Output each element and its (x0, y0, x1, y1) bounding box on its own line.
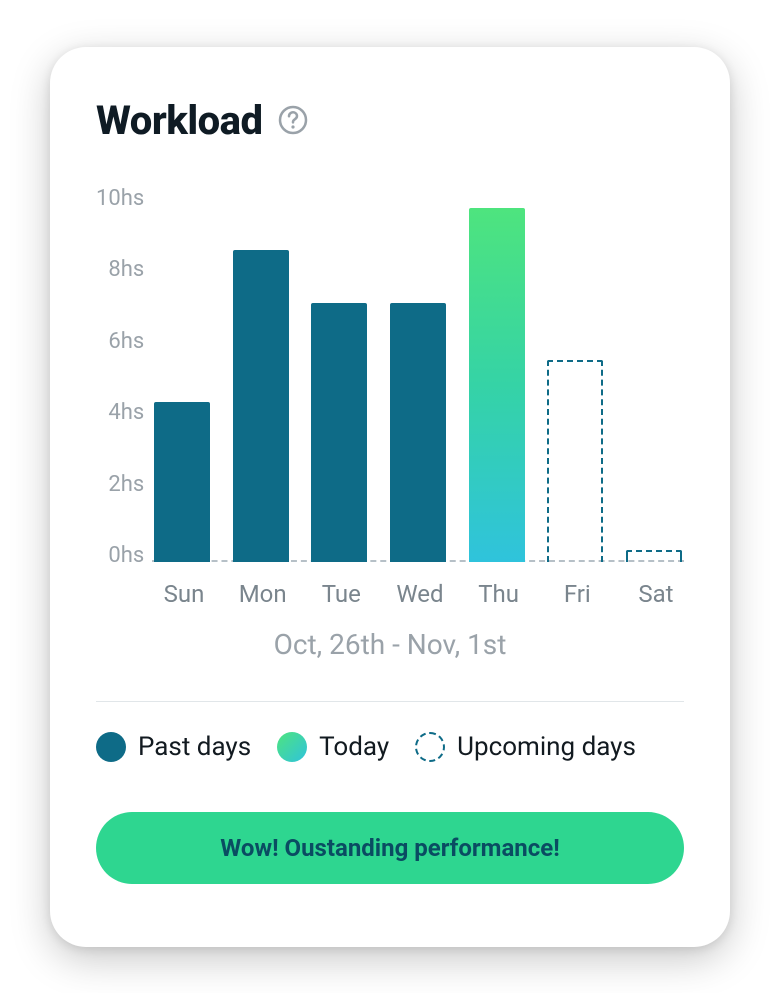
banner-text: Wow! Oustanding performance! (220, 834, 559, 862)
bar-mon (233, 250, 289, 562)
y-tick: 6hs (96, 331, 144, 353)
legend-today: Today (277, 732, 389, 762)
swatch-today-icon (277, 732, 307, 762)
help-icon[interactable] (277, 104, 309, 136)
workload-chart: 10hs 8hs 6hs 4hs 2hs 0hs Sun Mon Tue Wed Thu… (96, 182, 684, 661)
legend-past: Past days (96, 732, 251, 762)
performance-banner: Wow! Oustanding performance! (96, 812, 684, 884)
y-tick: 8hs (96, 259, 144, 281)
card-header: Workload (96, 97, 684, 144)
workload-card: Workload 10hs 8hs 6hs 4hs 2hs 0hs (50, 47, 730, 947)
legend-label: Today (319, 732, 389, 762)
x-label: Mon (235, 580, 291, 608)
x-label: Thu (471, 580, 527, 608)
legend-label: Past days (138, 732, 251, 762)
bar-tue (311, 303, 367, 561)
x-label: Wed (392, 580, 448, 608)
bar-wed (390, 303, 446, 561)
y-tick: 10hs (96, 188, 144, 210)
legend-label: Upcoming days (457, 732, 636, 762)
card-title: Workload (96, 97, 263, 144)
x-label: Fri (549, 580, 605, 608)
chart-date-range: Oct, 26th - Nov, 1st (96, 628, 684, 661)
y-tick: 2hs (96, 474, 144, 496)
chart-plot-area (152, 182, 684, 562)
swatch-upcoming-icon (415, 732, 445, 762)
x-label: Sat (628, 580, 684, 608)
x-label: Tue (313, 580, 369, 608)
divider (96, 701, 684, 702)
x-axis: Sun Mon Tue Wed Thu Fri Sat (156, 580, 684, 608)
bar-thu (469, 208, 525, 561)
bar-fri (547, 360, 603, 561)
bar-sat (626, 550, 682, 561)
bar-sun (154, 402, 210, 562)
y-axis: 10hs 8hs 6hs 4hs 2hs 0hs (96, 182, 152, 562)
x-label: Sun (156, 580, 212, 608)
legend-upcoming: Upcoming days (415, 732, 636, 762)
y-tick: 4hs (96, 402, 144, 424)
chart-legend: Past days Today Upcoming days (96, 732, 684, 762)
y-tick: 0hs (96, 545, 144, 567)
swatch-past-icon (96, 732, 126, 762)
